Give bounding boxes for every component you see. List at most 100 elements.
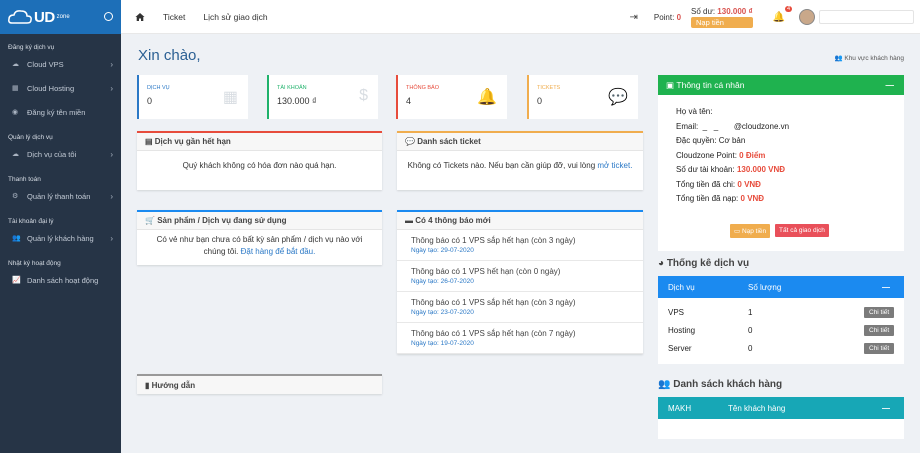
chevron-right-icon: › xyxy=(110,233,113,243)
deposit-label: Tổng tiền đã nạp: xyxy=(676,194,739,203)
notice-item[interactable]: Thông báo có 1 VPS sắp hết hạn (còn 3 ng… xyxy=(397,292,643,323)
nav-transaction-history[interactable]: Lịch sử giao dịch xyxy=(203,12,267,22)
notice-date: Ngày tạo: 19-07-2020 xyxy=(411,340,474,347)
service-stats-header: Dịch vụ Số lượng — xyxy=(658,276,904,298)
detail-button[interactable]: Chi tiết xyxy=(864,325,895,336)
balance-display: Số dư: 130.000 ₫ Nạp tiền xyxy=(691,7,753,28)
sidebar-item-label: Dịch vụ của tôi xyxy=(27,149,77,159)
col-makh: MAKH xyxy=(668,403,692,413)
open-ticket-link[interactable]: mở ticket. xyxy=(597,161,632,170)
detail-button[interactable]: Chi tiết xyxy=(864,307,895,318)
sidebar-item[interactable]: 📈 Danh sách hoạt động xyxy=(0,268,121,292)
sidebar-item[interactable]: ◉ Đăng ký tên miền xyxy=(0,100,121,124)
stat-card[interactable]: TÀI KHOẢN 130.000 ₫ $ xyxy=(267,75,378,119)
expiring-services-panel: ▤ Dịch vụ gần hết hạn Quý khách không có… xyxy=(137,131,382,190)
service-count: 0 xyxy=(748,344,753,353)
email-value: @cloudzone.vn xyxy=(733,121,790,131)
service-name: Server xyxy=(668,344,692,353)
expiring-title: Dịch vụ gần hết hạn xyxy=(154,137,231,146)
service-stats-title-text: Thống kê dịch vụ xyxy=(666,258,750,269)
ticket-list-panel: 💬 Danh sách ticket Không có Tickets nào.… xyxy=(397,131,643,190)
service-stats-panel: Dịch vụ Số lượng — VPS 1 Chi tiết Hosting… xyxy=(658,276,904,364)
collapse-icon[interactable]: — xyxy=(882,404,890,413)
profile-topup-button[interactable]: ▭ Nạp tiền xyxy=(730,224,771,238)
collapse-icon[interactable]: — xyxy=(882,283,890,292)
sidebar-section-heading: Đăng ký dịch vụ xyxy=(8,44,55,51)
cloud-icon: ☁ xyxy=(12,61,19,68)
notice-item[interactable]: Thông báo có 1 VPS sắp hết hạn (còn 3 ng… xyxy=(397,230,643,261)
order-link[interactable]: Đặt hàng để bắt đầu. xyxy=(241,247,316,256)
profile-panel: ▣ Thông tin cá nhân — Họ và tên: Email: _… xyxy=(658,75,904,251)
pie-icon: ◕ xyxy=(658,258,667,269)
notice-date: Ngày tạo: 23-07-2020 xyxy=(411,309,474,316)
notification-badge: 4 xyxy=(784,5,792,12)
notice-text: Thông báo có 1 VPS sắp hết hạn (còn 3 ng… xyxy=(411,298,576,307)
avatar[interactable] xyxy=(799,9,815,25)
sidebar-toggle-icon[interactable] xyxy=(104,12,113,21)
profile-name: Họ và tên: xyxy=(676,105,904,120)
logo[interactable]: UD zone xyxy=(0,0,121,34)
cloud-logo-icon xyxy=(8,10,32,24)
main-content: Xin chào, 👥 Khu vực khách hàng DỊCH VỤ 0… xyxy=(121,34,920,453)
col-customer-name: Tên khách hàng xyxy=(728,403,786,413)
dollar-icon: $ xyxy=(359,87,368,104)
calendar-icon: ▦ xyxy=(222,89,238,106)
stat-card[interactable]: TICKETS 0 💬 xyxy=(527,75,638,119)
sidebar-item-label: Quản lý khách hàng xyxy=(27,233,94,243)
sidebar-section-heading: Nhật ký hoạt động xyxy=(8,260,61,267)
customer-area-link[interactable]: 👥 Khu vực khách hàng xyxy=(834,54,904,62)
profile-email: Email: _ _ @cloudzone.vn xyxy=(676,121,790,131)
collapse-icon[interactable]: — xyxy=(886,80,895,90)
sidebar-item[interactable]: ⚙ Quản lý thanh toán › xyxy=(0,184,121,208)
sidebar-section-heading: Quản lý dịch vụ xyxy=(8,134,53,141)
user-menu[interactable] xyxy=(819,10,914,24)
topbar: Ticket Lịch sử giao dịch ⇥ Point: 0 Số d… xyxy=(121,0,920,34)
profile-deposit: Tổng tiền đã nạp: 0 VNĐ xyxy=(676,192,904,207)
sidebar-menu: Đăng ký dịch vụ ☁ Cloud VPS › ▦ Cloud Hosting… xyxy=(0,44,121,292)
profile-point: Cloudzone Point: 0 Điểm xyxy=(676,149,904,164)
stat-value: 4 xyxy=(406,96,412,106)
topup-button[interactable]: Nạp tiền xyxy=(691,16,753,28)
service-name: VPS xyxy=(668,308,685,317)
account-balance-label: Số dư tài khoản: xyxy=(676,165,735,174)
gear-icon: ⚙ xyxy=(12,193,19,200)
notice-item[interactable]: Thông báo có 1 VPS hết hạn (còn 0 ngày) … xyxy=(397,261,643,292)
notice-item[interactable]: Thông báo có 1 VPS sắp hết hạn (còn 7 ng… xyxy=(397,323,643,354)
profile-privilege: Đặc quyền: Cơ bản xyxy=(676,134,904,149)
notice-date: Ngày tạo: 29-07-2020 xyxy=(411,247,474,254)
notice-date: Ngày tạo: 26-07-2020 xyxy=(411,278,474,285)
spent-value: 0 VNĐ xyxy=(737,179,761,189)
products-title: Sản phẩm / Dịch vụ đang sử dụng xyxy=(157,216,287,225)
stat-card[interactable]: DỊCH VỤ 0 ▦ xyxy=(137,75,248,119)
notification-bell-icon[interactable]: 🔔 4 xyxy=(773,5,792,23)
profile-topup-label: Nạp tiền xyxy=(741,228,767,235)
id-card-icon: ▣ xyxy=(666,79,677,90)
sidebar-section-heading: Thanh toán xyxy=(8,176,41,183)
service-row: VPS 1 Chi tiết xyxy=(658,305,904,323)
stat-card[interactable]: THÔNG BÁO 4 🔔 xyxy=(396,75,507,119)
service-row: Server 0 Chi tiết xyxy=(658,341,904,359)
point-value: 0 xyxy=(676,12,682,22)
sidebar-item[interactable]: 👥 Quản lý khách hàng › xyxy=(0,226,121,250)
sidebar-item[interactable]: ▦ Cloud Hosting › xyxy=(0,76,121,100)
chevron-right-icon: › xyxy=(110,149,113,159)
cart-icon: 🛒 xyxy=(145,216,158,225)
service-name: Hosting xyxy=(668,326,696,335)
stat-value: 0 xyxy=(147,96,153,106)
customers-title: 👥 Danh sách khách hàng xyxy=(658,379,782,390)
cz-point-value: 0 Điểm xyxy=(739,150,766,160)
detail-button[interactable]: Chi tiết xyxy=(864,343,895,354)
home-icon[interactable] xyxy=(135,12,145,22)
profile-spent: Tổng tiền đã chi: 0 VNĐ xyxy=(676,178,904,193)
all-transactions-button[interactable]: Tất cả giao dịch xyxy=(775,224,829,237)
chevron-right-icon: › xyxy=(110,59,113,69)
ticket-body: Không có Tickets nào. Nếu bạn cần giúp đ… xyxy=(397,151,643,172)
nav-ticket[interactable]: Ticket xyxy=(163,12,185,22)
bookmark-icon: ▮ xyxy=(145,380,152,390)
sidebar-item[interactable]: ☁ Cloud VPS › xyxy=(0,52,121,76)
sidebar-item[interactable]: ☁ Dịch vụ của tôi › xyxy=(0,142,121,166)
logout-icon[interactable]: ⇥ xyxy=(629,12,637,23)
globe-icon: ◉ xyxy=(12,109,19,116)
ticket-title: Danh sách ticket xyxy=(417,137,481,146)
service-count: 0 xyxy=(748,326,753,335)
